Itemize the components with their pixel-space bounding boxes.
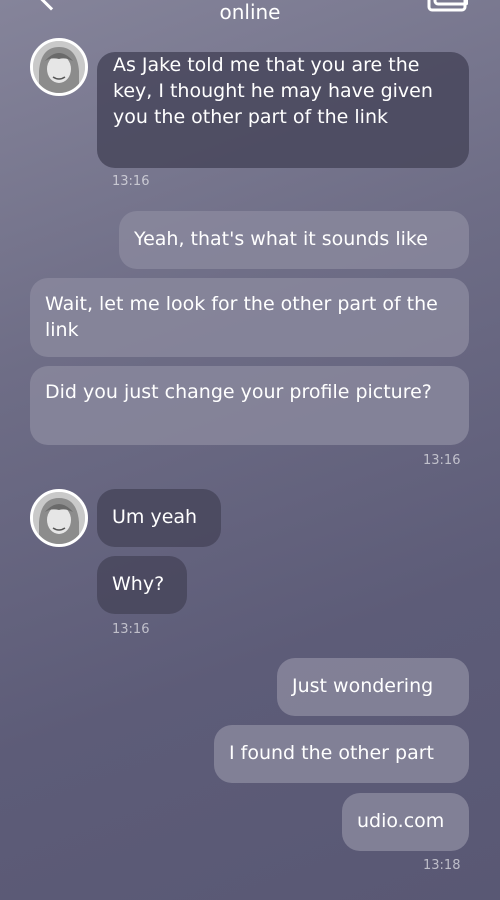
message-timestamp: 13:16 bbox=[112, 622, 150, 637]
message-bubble-outgoing[interactable]: Did you just change your profile picture… bbox=[30, 366, 469, 445]
chat-header: online bbox=[0, 0, 500, 30]
contact-status: online bbox=[219, 0, 281, 24]
contact-avatar[interactable] bbox=[30, 38, 88, 96]
message-bubble-incoming[interactable]: Why? bbox=[97, 556, 187, 614]
copy-icon[interactable] bbox=[426, 0, 468, 14]
message-timestamp: 13:16 bbox=[423, 453, 461, 468]
message-bubble-outgoing[interactable]: Yeah, that's what it sounds like bbox=[119, 211, 469, 269]
message-timestamp: 13:18 bbox=[423, 858, 461, 873]
message-bubble-incoming[interactable]: Um yeah bbox=[97, 489, 221, 547]
message-bubble-outgoing[interactable]: Just wondering bbox=[277, 658, 469, 716]
message-bubble-outgoing[interactable]: udio.com bbox=[342, 793, 469, 851]
message-bubble-outgoing[interactable]: I found the other part bbox=[214, 725, 469, 783]
message-bubble-incoming[interactable]: As Jake told me that you are the key, I … bbox=[97, 52, 469, 168]
message-timestamp: 13:16 bbox=[112, 174, 150, 189]
message-bubble-outgoing[interactable]: Wait, let me look for the other part of … bbox=[30, 278, 469, 357]
contact-avatar[interactable] bbox=[30, 489, 88, 547]
